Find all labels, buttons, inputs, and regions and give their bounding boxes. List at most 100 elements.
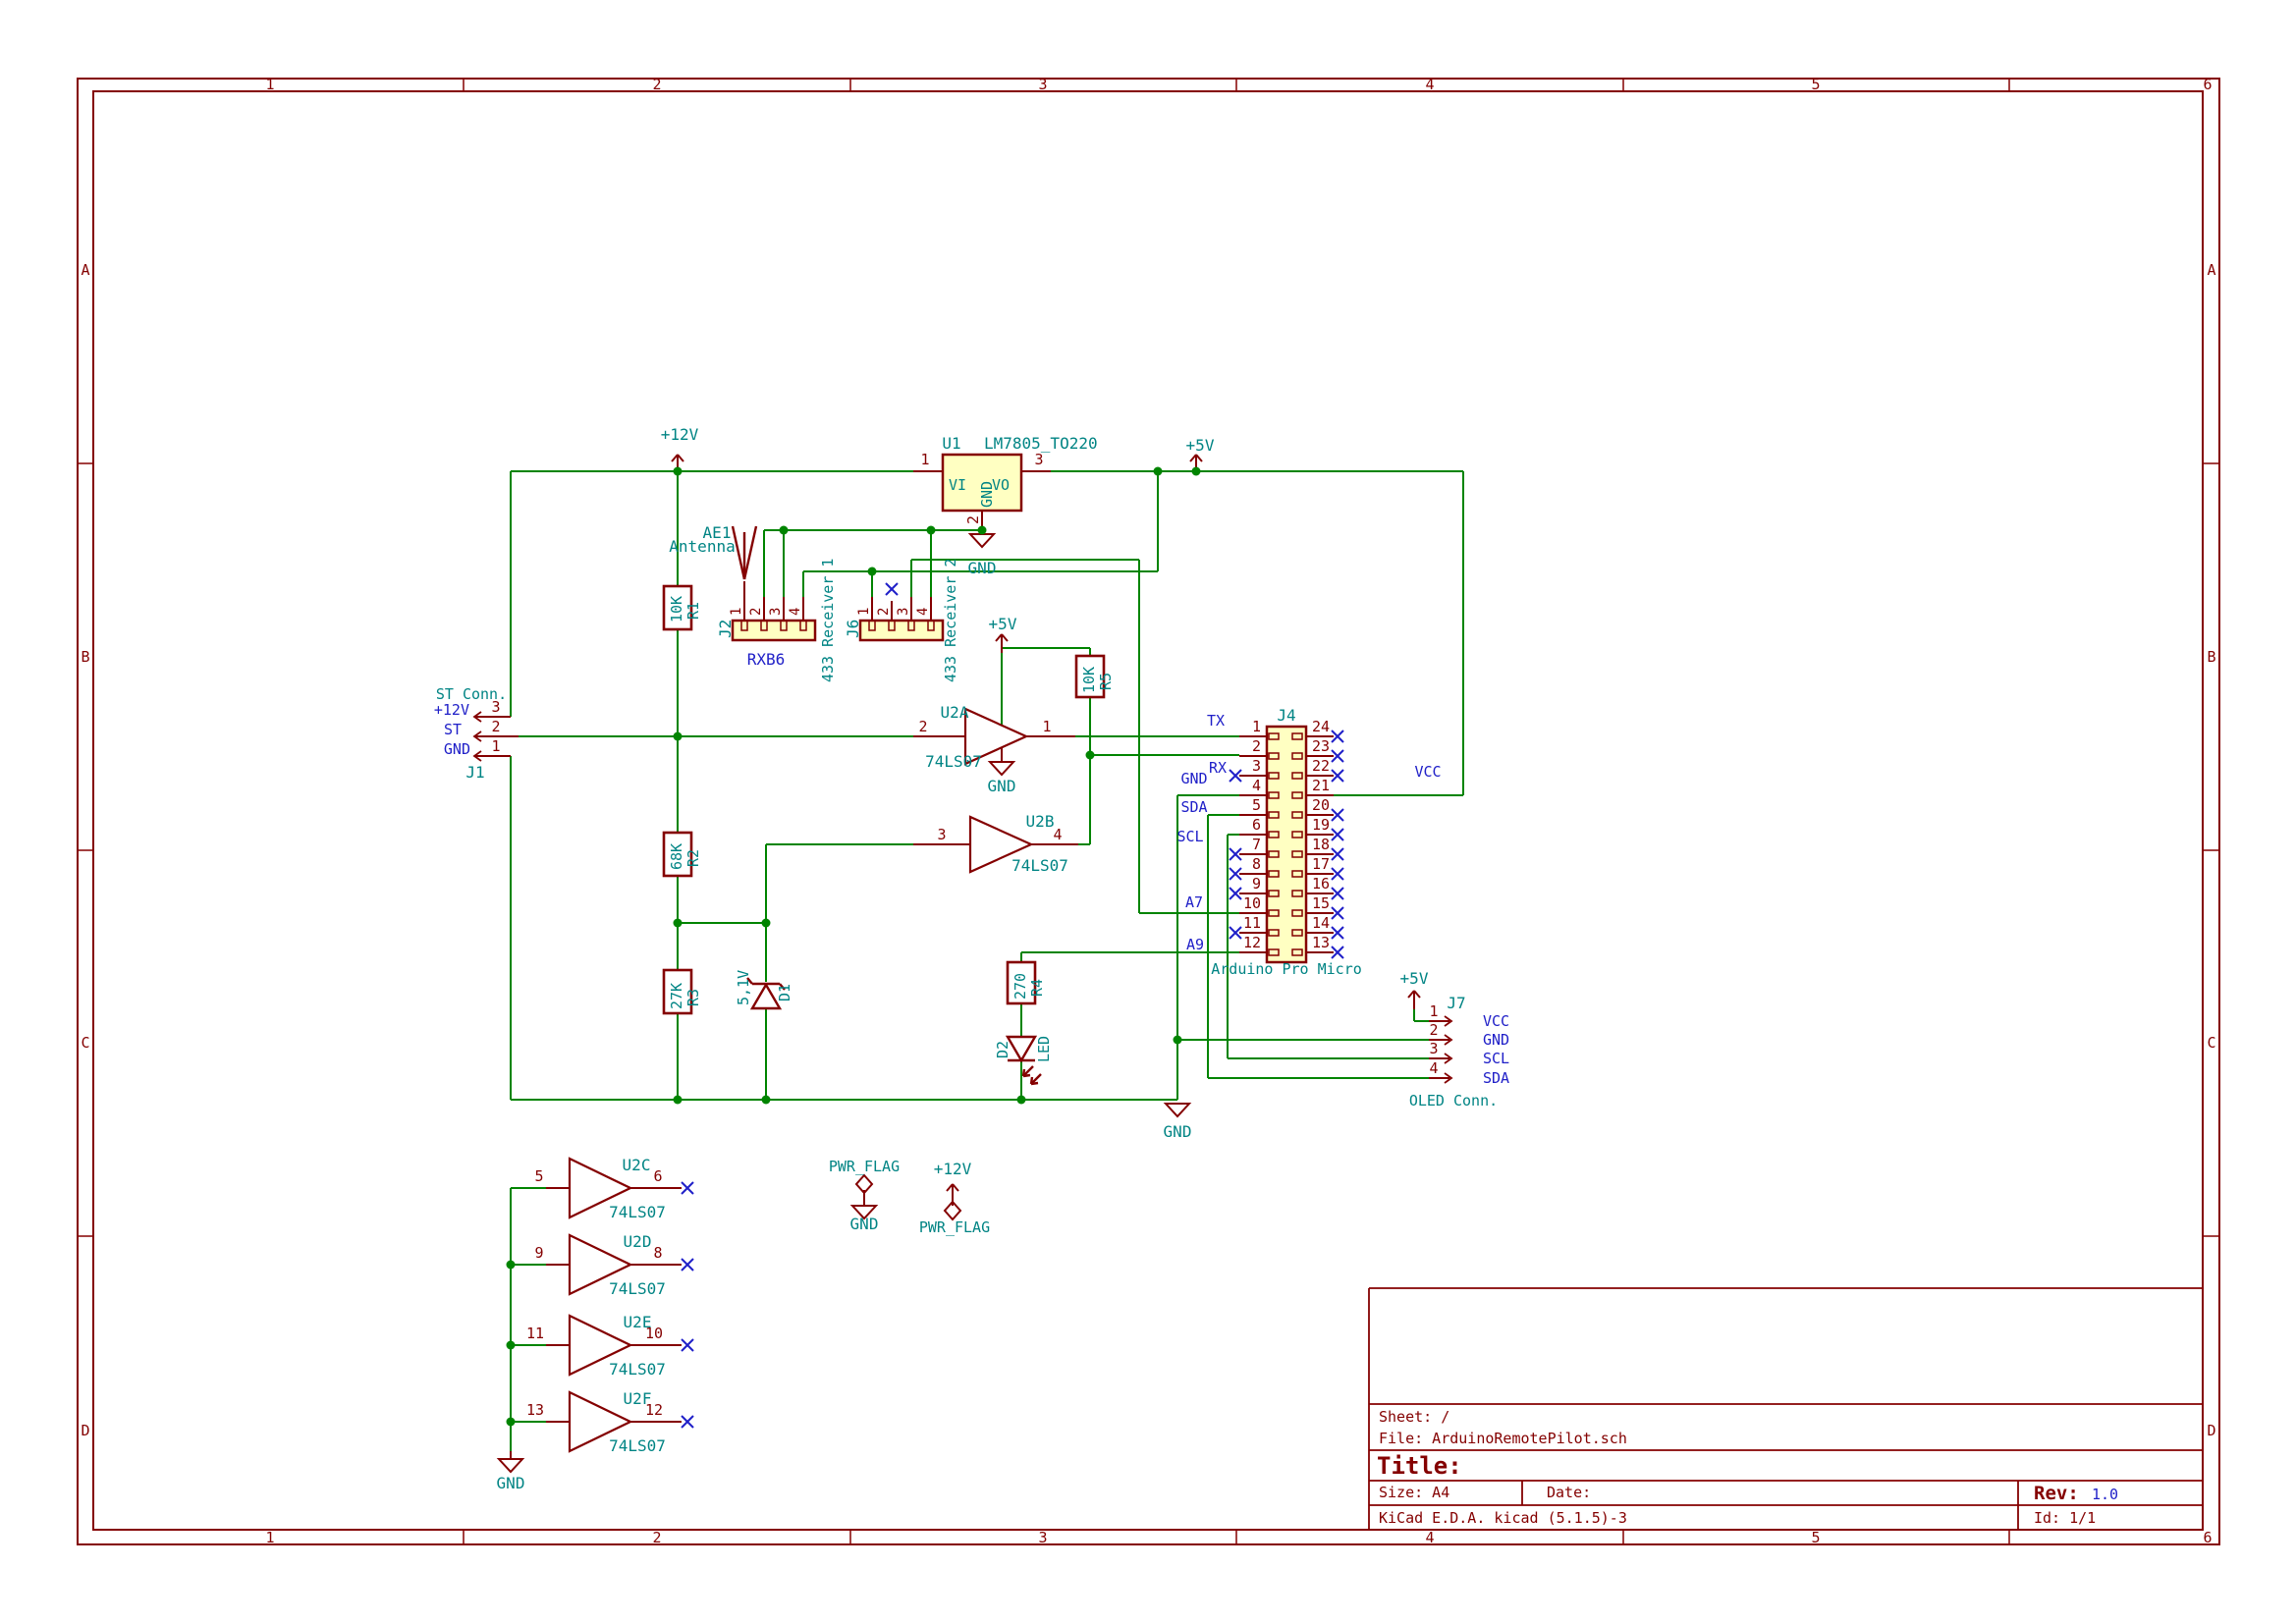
- pin-number[interactable]: 3: [1429, 1040, 1438, 1057]
- no-connect-x[interactable]: [681, 1338, 694, 1352]
- pin-number[interactable]: 1: [856, 608, 872, 616]
- component-text[interactable]: +12V: [661, 425, 699, 444]
- pin-number[interactable]: 17: [1312, 855, 1330, 873]
- device-graphic[interactable]: [1021, 1068, 1026, 1077]
- pin-number[interactable]: 1: [920, 451, 929, 468]
- component-text[interactable]: 74LS07: [609, 1279, 666, 1298]
- diode-symbol[interactable]: [1005, 1035, 1038, 1063]
- pin-number[interactable]: 10: [645, 1325, 663, 1342]
- pin-number[interactable]: 13: [1312, 934, 1330, 951]
- component-text[interactable]: GND: [1164, 1122, 1192, 1141]
- no-connect-x[interactable]: [681, 1181, 694, 1195]
- component-text[interactable]: 5,1V: [735, 970, 752, 1005]
- component-text[interactable]: LED: [1035, 1036, 1053, 1062]
- gnd-symbol[interactable]: [967, 533, 997, 549]
- pin-number[interactable]: 18: [1312, 836, 1330, 853]
- pin-number[interactable]: 4: [1429, 1059, 1438, 1077]
- component-text[interactable]: OLED Conn.: [1409, 1092, 1498, 1109]
- pin-number[interactable]: 16: [1312, 875, 1330, 893]
- junction-dot[interactable]: [506, 1340, 516, 1350]
- junction-dot[interactable]: [867, 567, 877, 576]
- component-text[interactable]: R2: [684, 849, 702, 867]
- component-text[interactable]: U2D: [624, 1232, 652, 1251]
- component-text[interactable]: Arduino Pro Micro: [1211, 960, 1362, 978]
- net-label[interactable]: GND: [1483, 1031, 1509, 1049]
- pin-number[interactable]: 5: [1252, 796, 1261, 814]
- junction-dot[interactable]: [673, 918, 683, 928]
- pin-number[interactable]: 2: [964, 515, 982, 524]
- pin-number[interactable]: 1: [729, 608, 744, 616]
- component-text[interactable]: U1: [942, 434, 960, 453]
- pin-number[interactable]: 3: [491, 698, 500, 716]
- net-label[interactable]: A7: [1185, 893, 1203, 911]
- component-text[interactable]: 433 Receiver 1: [819, 559, 837, 682]
- component-text[interactable]: +5V: [1400, 969, 1429, 988]
- no-connect-x[interactable]: [885, 582, 899, 596]
- pin-number[interactable]: 3: [1034, 451, 1043, 468]
- J4-arduino-pro-micro-body[interactable]: [1265, 725, 1308, 964]
- pin-number[interactable]: 2: [1252, 737, 1261, 755]
- junction-dot[interactable]: [779, 525, 789, 535]
- pin-number[interactable]: 10: [1243, 894, 1261, 912]
- pin-number[interactable]: 1: [1429, 1002, 1438, 1020]
- pin-number[interactable]: 5: [534, 1167, 543, 1185]
- component-text[interactable]: 27K: [668, 983, 685, 1009]
- pin-number[interactable]: 11: [1243, 914, 1261, 932]
- pin-number[interactable]: 1: [1042, 718, 1051, 735]
- junction-dot[interactable]: [1016, 1095, 1026, 1105]
- net-label[interactable]: GND: [1180, 770, 1207, 787]
- power-symbol-+5V[interactable]: [995, 633, 1009, 653]
- net-label[interactable]: SCL: [1483, 1050, 1509, 1067]
- gnd-symbol[interactable]: [496, 1458, 525, 1474]
- junction-dot[interactable]: [506, 1417, 516, 1427]
- component-text[interactable]: GND: [988, 777, 1016, 795]
- pin-number[interactable]: 4: [1252, 777, 1261, 794]
- pin-number[interactable]: 4: [1053, 826, 1062, 843]
- schematic-canvas[interactable]: 112233445566A AB BC CD DSheet: /File: Arduin…: [0, 0, 2296, 1623]
- component-text[interactable]: U2B: [1026, 812, 1055, 831]
- pin-number[interactable]: 3: [1252, 757, 1261, 775]
- pin-number[interactable]: 1: [491, 737, 500, 755]
- junction-dot[interactable]: [1173, 1035, 1182, 1045]
- pin-number[interactable]: 7: [1252, 836, 1261, 853]
- component-text[interactable]: GND: [978, 481, 996, 508]
- pin-number[interactable]: 12: [645, 1401, 663, 1419]
- pin-number[interactable]: 6: [653, 1167, 662, 1185]
- net-label[interactable]: RX: [1209, 759, 1227, 777]
- net-label[interactable]: RXB6: [747, 650, 786, 669]
- pin-number[interactable]: 3: [896, 608, 911, 616]
- junction-dot[interactable]: [1085, 750, 1095, 760]
- pin-number[interactable]: 6: [1252, 816, 1261, 834]
- pin-number[interactable]: 9: [534, 1244, 543, 1262]
- power-symbol-+12V[interactable]: [946, 1183, 959, 1203]
- net-label[interactable]: SDA: [1180, 798, 1207, 816]
- component-text[interactable]: 74LS07: [925, 752, 982, 771]
- pin-number[interactable]: 13: [526, 1401, 544, 1419]
- pin-number[interactable]: 20: [1312, 796, 1330, 814]
- component-text[interactable]: GND: [497, 1474, 525, 1492]
- net-label[interactable]: VCC: [1414, 763, 1441, 781]
- net-label[interactable]: A9: [1186, 936, 1204, 953]
- pin-number[interactable]: 12: [1243, 934, 1261, 951]
- pin-number[interactable]: 4: [788, 608, 803, 616]
- component-text[interactable]: +5V: [1186, 436, 1215, 455]
- component-text[interactable]: D2: [994, 1041, 1011, 1058]
- device-graphic[interactable]: [1029, 1076, 1034, 1085]
- pin-number[interactable]: 2: [876, 608, 892, 616]
- component-text[interactable]: 433 Receiver 2: [942, 559, 959, 682]
- net-label[interactable]: SCL: [1176, 828, 1203, 845]
- component-text[interactable]: J6: [844, 620, 862, 638]
- junction-dot[interactable]: [761, 1095, 771, 1105]
- net-label[interactable]: GND: [444, 740, 470, 758]
- component-text[interactable]: 10K: [1080, 667, 1098, 693]
- pin-number[interactable]: 23: [1312, 737, 1330, 755]
- component-text[interactable]: PWR_FLAG: [829, 1158, 900, 1175]
- net-label[interactable]: ST: [444, 721, 462, 738]
- pin-number[interactable]: 2: [1429, 1021, 1438, 1039]
- junction-dot[interactable]: [977, 525, 987, 535]
- component-text[interactable]: 270: [1011, 973, 1029, 1000]
- component-text[interactable]: 74LS07: [609, 1436, 666, 1455]
- component-text[interactable]: 10K: [668, 596, 685, 622]
- pin-number[interactable]: 1: [1252, 718, 1261, 735]
- pin-number[interactable]: 2: [491, 718, 500, 735]
